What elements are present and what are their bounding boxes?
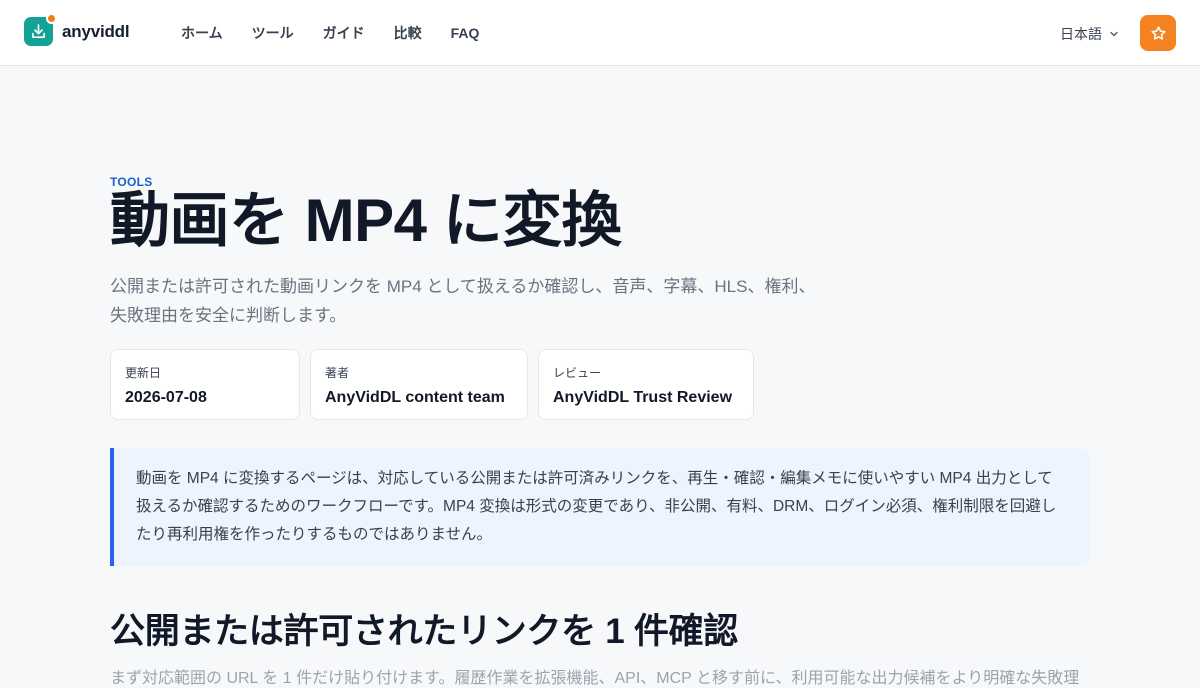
nav-link-compare[interactable]: 比較 [394,23,422,43]
section-title: 公開または許可されたリンクを 1 件確認 [110,612,738,651]
chevron-down-icon [1110,31,1118,37]
info-callout: 動画を MP4 に変換するページは、対応している公開または許可済みリンクを、再生… [110,448,1090,566]
meta-value: AnyVidDL content team [325,389,505,406]
brand-logo-link[interactable]: anyviddl [24,13,130,46]
logo-badge-dot [46,13,57,24]
language-label: 日本語 [1060,26,1102,42]
brand-name: anyviddl [62,21,130,41]
download-icon [24,13,57,46]
nav-link-home[interactable]: ホーム [181,23,223,43]
nav-link-faq[interactable]: FAQ [451,25,480,41]
section-paragraph: まず対応範囲の URL を 1 件だけ貼り付けます。履歴作業を拡張機能、API、… [110,670,1080,687]
nav-link-guide[interactable]: ガイド [323,23,365,43]
star-icon [1150,25,1166,40]
main-nav: ホーム ツール ガイド 比較 FAQ [181,0,508,66]
meta-label: 著者 [325,366,350,380]
lead-paragraph: 公開または許可された動画リンクを MP4 として扱えるか確認し、音声、字幕、HL… [110,277,816,325]
favorite-button[interactable] [1140,15,1176,51]
page-title: 動画を MP4 に変換 [110,187,622,254]
meta-value: AnyVidDL Trust Review [553,389,733,406]
meta-value: 2026-07-08 [125,389,207,406]
top-navigation-bar: anyviddl ホーム ツール ガイド 比較 FAQ 日本語 [0,0,1200,66]
meta-card-updated: 更新日 2026-07-08 [110,349,300,420]
meta-card-author: 著者 AnyVidDL content team [310,349,528,420]
nav-link-tools[interactable]: ツール [252,23,294,43]
language-selector[interactable]: 日本語 [1060,24,1120,44]
meta-label: レビュー [553,366,602,380]
meta-card-review: レビュー AnyVidDL Trust Review [538,349,754,420]
meta-label: 更新日 [125,366,162,380]
